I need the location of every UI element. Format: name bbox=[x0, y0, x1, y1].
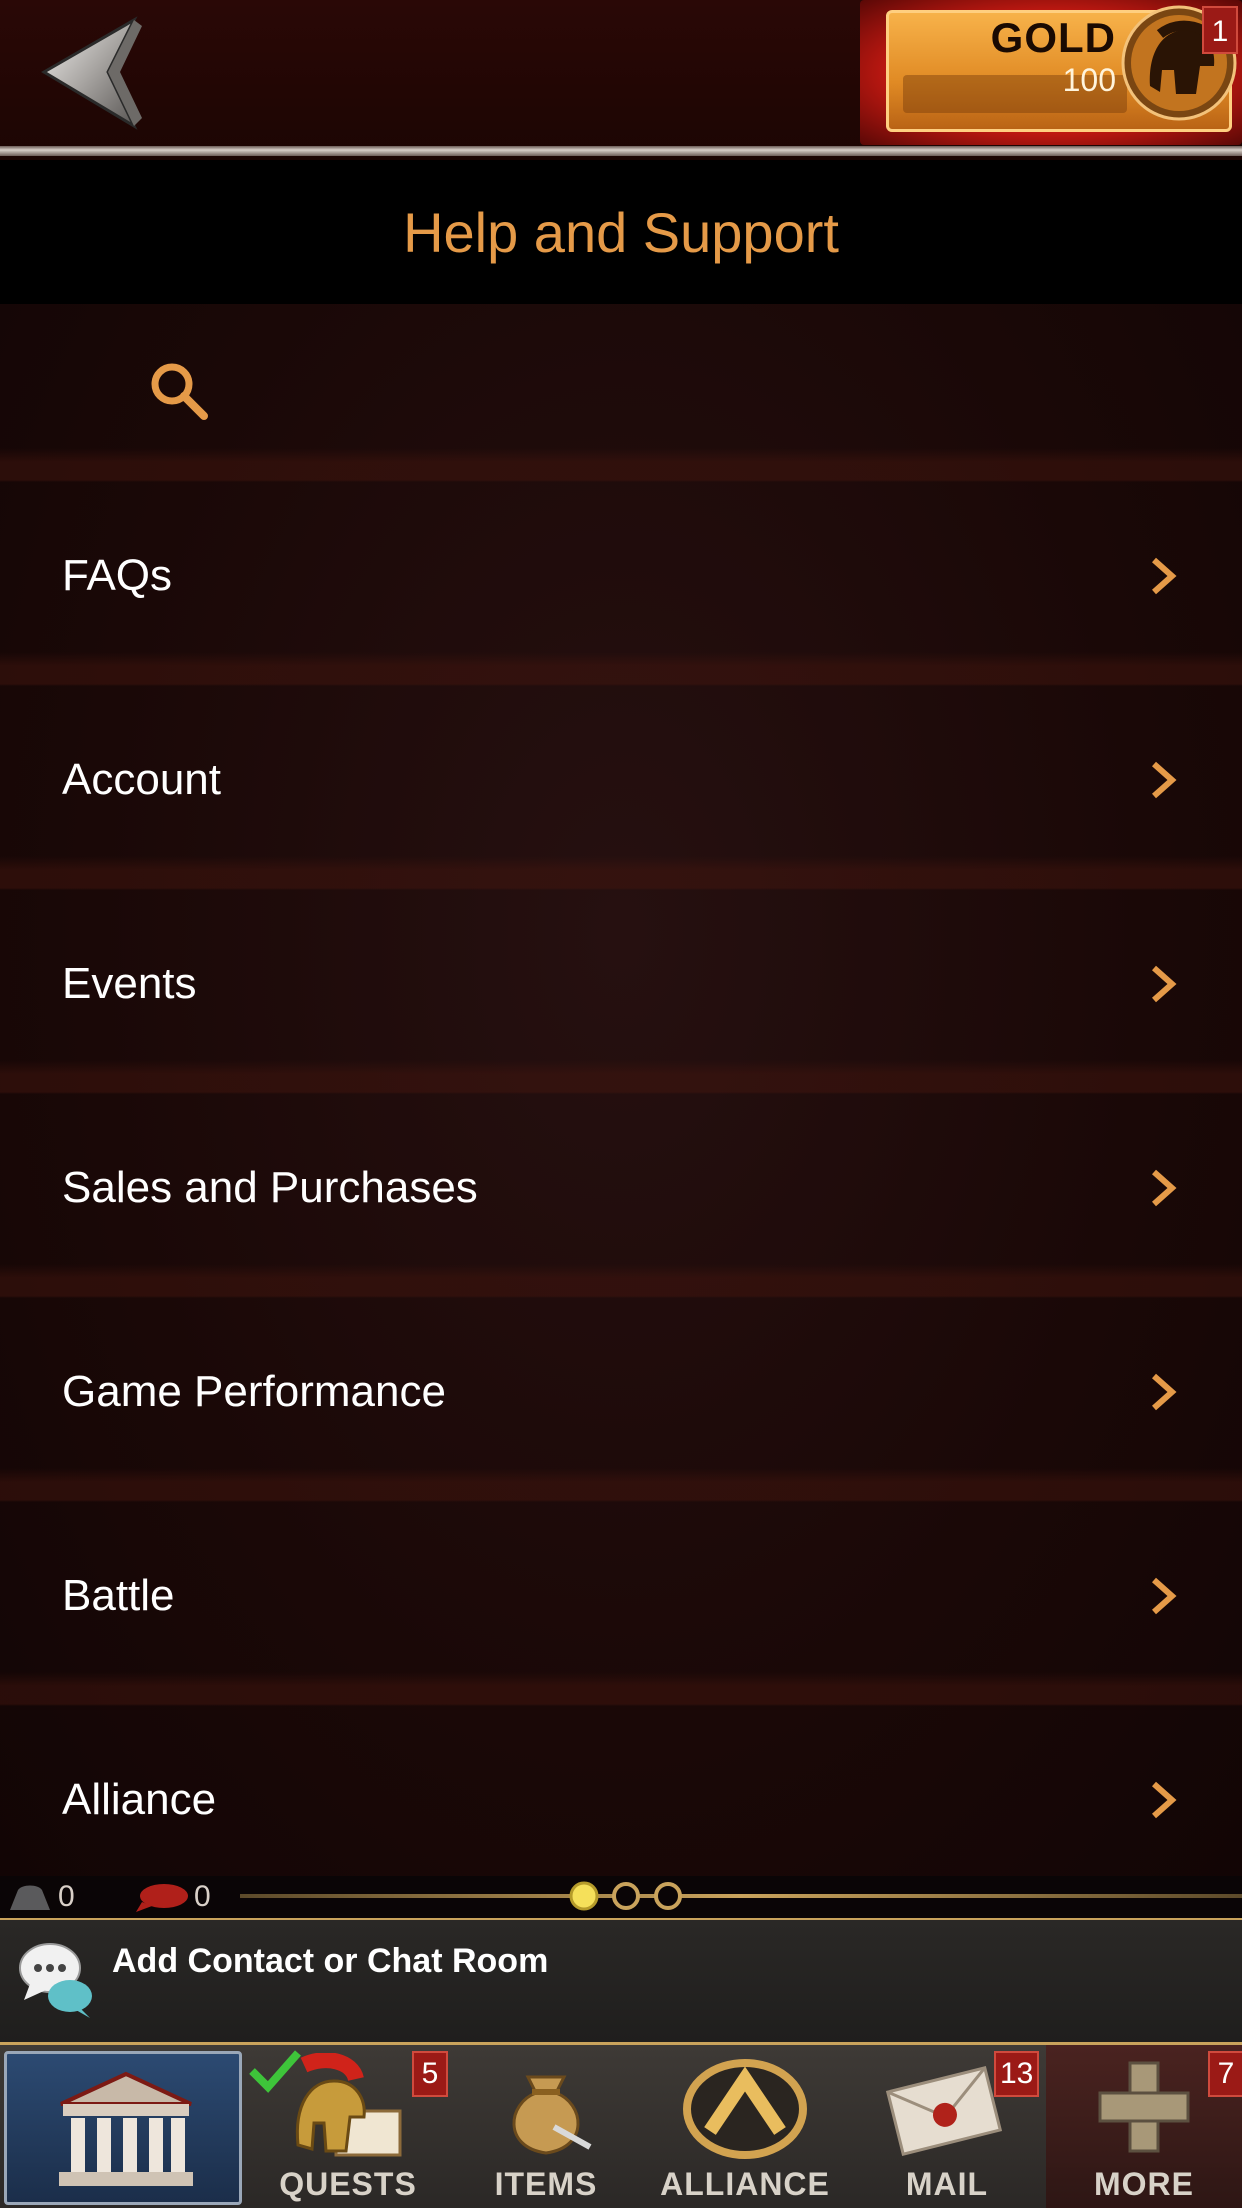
more-badge: 7 bbox=[1208, 2051, 1242, 2097]
topbar-divider bbox=[0, 146, 1242, 156]
search-field[interactable] bbox=[0, 304, 1242, 474]
quests-badge: 5 bbox=[412, 2051, 448, 2097]
gold-value: 100 bbox=[1062, 62, 1116, 98]
bottom-nav: 5 QUESTS ITEMS ALLIANCE 13 MAIL 7 MORE bbox=[0, 2042, 1242, 2208]
nav-items-button[interactable]: ITEMS bbox=[450, 2045, 642, 2208]
menu-item-game-performance[interactable]: Game Performance bbox=[0, 1290, 1242, 1494]
menu-item-label: Account bbox=[62, 755, 221, 804]
search-icon bbox=[151, 363, 208, 420]
help-content: FAQs Account Events Sales and Purchases … bbox=[0, 304, 1242, 1876]
back-button[interactable] bbox=[38, 14, 150, 132]
nav-alliance-label: ALLIANCE bbox=[660, 2166, 830, 2202]
chevron-right-icon bbox=[1152, 761, 1177, 799]
nav-city-button[interactable] bbox=[4, 2051, 242, 2205]
title-bar: Help and Support bbox=[0, 160, 1242, 304]
menu-item-battle[interactable]: Battle bbox=[0, 1494, 1242, 1698]
chevron-right-icon bbox=[1152, 965, 1177, 1003]
nav-items-label: ITEMS bbox=[494, 2166, 598, 2202]
gold-currency-button[interactable]: GOLD 100 1 bbox=[860, 0, 1242, 145]
page-indicator bbox=[569, 1881, 682, 1911]
status-divider bbox=[240, 1894, 1242, 1898]
menu-item-events[interactable]: Events bbox=[0, 882, 1242, 1086]
contacts-count: 0 bbox=[58, 1880, 75, 1913]
message-bubble-icon bbox=[136, 1884, 188, 1912]
nav-more-label: MORE bbox=[1094, 2166, 1194, 2202]
menu-item-faqs[interactable]: FAQs bbox=[0, 474, 1242, 678]
menu-item-label: Battle bbox=[62, 1571, 175, 1620]
chevron-right-icon bbox=[1152, 1781, 1177, 1819]
menu-item-label: FAQs bbox=[62, 551, 173, 600]
spartan-helmet-book-icon bbox=[295, 2053, 402, 2157]
page-title: Help and Support bbox=[403, 200, 839, 264]
gold-notification-badge: 1 bbox=[1202, 6, 1238, 54]
nav-quests-button[interactable]: 5 QUESTS bbox=[246, 2045, 450, 2208]
menu-item-label: Game Performance bbox=[62, 1367, 446, 1416]
add-contact-chat-button[interactable]: Add Contact or Chat Room bbox=[0, 1918, 1242, 2042]
contacts-icon bbox=[10, 1885, 50, 1910]
back-arrow-icon bbox=[41, 16, 142, 130]
gold-label: GOLD bbox=[990, 14, 1116, 61]
menu-item-account[interactable]: Account bbox=[0, 678, 1242, 882]
nav-mail-label: MAIL bbox=[905, 2166, 989, 2202]
nav-alliance-button[interactable]: ALLIANCE bbox=[642, 2045, 848, 2208]
top-bar: GOLD 100 1 bbox=[0, 0, 1242, 160]
city-hall-icon bbox=[59, 2071, 193, 2186]
chat-label: Add Contact or Chat Room bbox=[112, 1942, 549, 1980]
menu-item-alliance[interactable]: Alliance bbox=[0, 1698, 1242, 1902]
chevron-right-icon bbox=[1152, 1169, 1177, 1207]
nav-mail-button[interactable]: 13 MAIL bbox=[848, 2045, 1046, 2208]
menu-item-sales-and-purchases[interactable]: Sales and Purchases bbox=[0, 1086, 1242, 1290]
nav-quests-label: QUESTS bbox=[279, 2166, 417, 2202]
menu-item-label: Sales and Purchases bbox=[62, 1163, 478, 1212]
sealed-envelope-icon bbox=[885, 2066, 1003, 2156]
chat-bubbles-icon bbox=[19, 1943, 92, 2018]
menu-item-label: Events bbox=[62, 959, 197, 1008]
chevron-right-icon bbox=[1152, 1577, 1177, 1615]
nav-more-button[interactable]: 7 MORE bbox=[1046, 2045, 1242, 2208]
messages-count: 0 bbox=[194, 1880, 211, 1913]
chevron-right-icon bbox=[1152, 557, 1177, 595]
coin-bag-icon bbox=[512, 2075, 592, 2155]
plus-icon bbox=[1098, 2061, 1190, 2153]
chat-status-strip: 0 0 bbox=[0, 1876, 1242, 1918]
menu-item-label: Alliance bbox=[62, 1775, 217, 1824]
chevron-right-icon bbox=[1152, 1373, 1177, 1411]
mail-badge: 13 bbox=[994, 2051, 1040, 2097]
alliance-emblem-icon bbox=[683, 2059, 807, 2159]
